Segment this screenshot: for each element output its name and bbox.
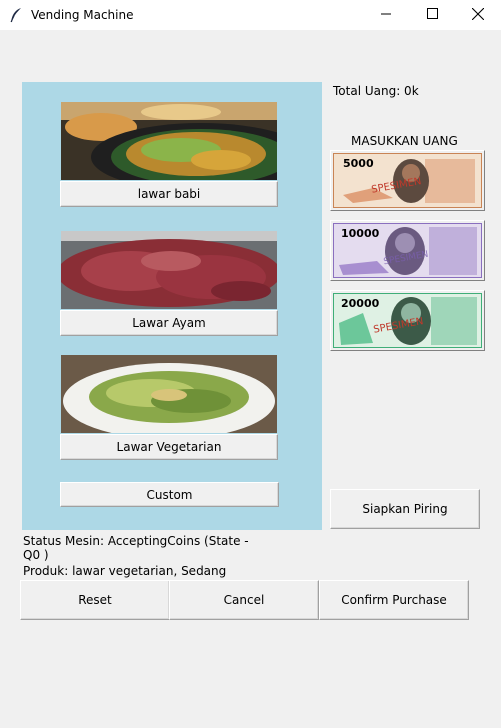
maximize-icon — [426, 8, 438, 22]
confirm-purchase-label: Confirm Purchase — [341, 593, 447, 607]
banknote-5000-button[interactable]: 5000 SPESIMEN — [330, 150, 485, 211]
title-bar: Vending Machine — [0, 0, 501, 30]
banknote-20000-button[interactable]: 20000 SPESIMEN — [330, 290, 485, 351]
lawar-babi-button[interactable]: lawar babi — [60, 181, 278, 207]
total-money-label: Total Uang: 0k — [333, 84, 419, 98]
lawar-babi-photo[interactable] — [61, 102, 277, 180]
banknote-5000-image: 5000 SPESIMEN — [333, 153, 482, 208]
banknote-10000-amount: 10000 — [341, 227, 380, 240]
lawar-ayam-photo[interactable] — [61, 231, 277, 309]
selected-product: Produk: lawar vegetarian, Sedang — [23, 564, 227, 578]
siapkan-piring-button[interactable]: Siapkan Piring — [330, 489, 480, 529]
reset-label: Reset — [78, 593, 112, 607]
minimize-button[interactable] — [363, 0, 409, 30]
banknote-10000-button[interactable]: 10000 SPESIMEN — [330, 220, 485, 281]
banknote-20000-image: 20000 SPESIMEN — [333, 293, 482, 348]
cancel-button[interactable]: Cancel — [169, 580, 319, 620]
lawar-ayam-label: Lawar Ayam — [132, 316, 206, 330]
banknote-10000-image: 10000 SPESIMEN — [333, 223, 482, 278]
close-button[interactable] — [455, 0, 501, 30]
banknote-5000-amount: 5000 — [343, 157, 374, 170]
product-lawar-ayam: Lawar Ayam — [60, 231, 278, 337]
lawar-ayam-button[interactable]: Lawar Ayam — [60, 310, 278, 336]
close-icon — [471, 7, 485, 23]
confirm-purchase-button[interactable]: Confirm Purchase — [319, 580, 469, 620]
lawar-vegetarian-photo[interactable] — [61, 355, 277, 433]
insert-money-title: MASUKKAN UANG — [351, 134, 458, 148]
feather-icon — [9, 7, 23, 23]
product-panel: lawar babi Lawar Ayam Lawar Vegetarian C… — [22, 82, 322, 530]
maximize-button[interactable] — [409, 0, 455, 30]
product-lawar-babi: lawar babi — [60, 102, 278, 208]
siapkan-piring-label: Siapkan Piring — [362, 502, 448, 516]
window-title: Vending Machine — [31, 8, 134, 22]
banknote-20000-amount: 20000 — [341, 297, 380, 310]
lawar-babi-label: lawar babi — [137, 187, 201, 201]
lawar-vegetarian-button[interactable]: Lawar Vegetarian — [60, 434, 278, 460]
product-lawar-vegetarian: Lawar Vegetarian — [60, 355, 278, 461]
custom-label: Custom — [146, 487, 193, 502]
lawar-vegetarian-label: Lawar Vegetarian — [116, 440, 222, 454]
reset-button[interactable]: Reset — [20, 580, 170, 620]
cancel-label: Cancel — [223, 593, 265, 607]
custom-button[interactable]: Custom — [60, 482, 279, 507]
minimize-icon — [381, 8, 391, 22]
machine-status: Status Mesin: AcceptingCoins (State - Q0… — [23, 534, 250, 562]
